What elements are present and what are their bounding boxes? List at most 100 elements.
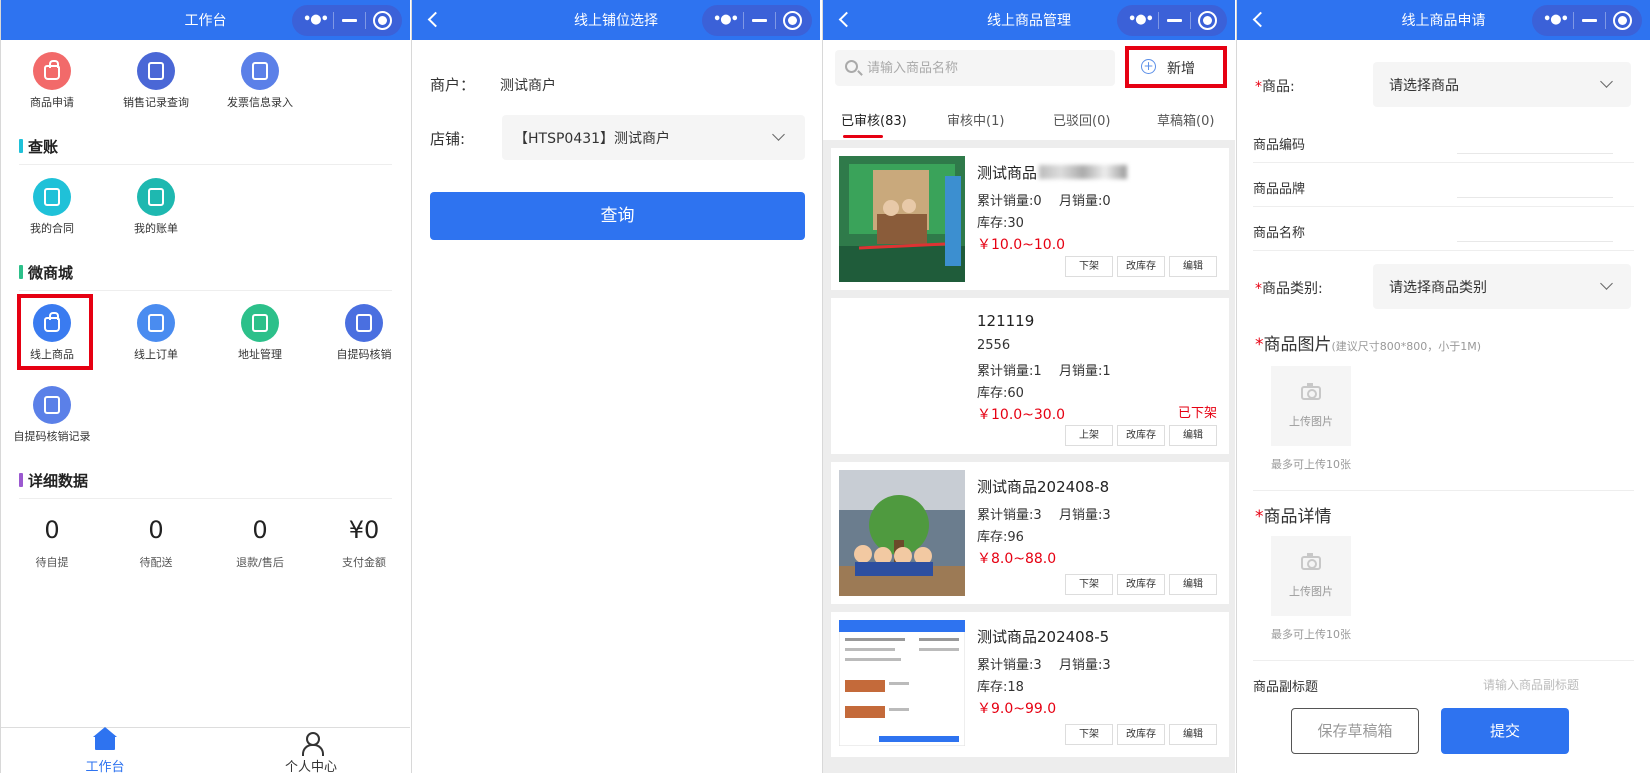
close-capsule-icon[interactable] (783, 11, 802, 30)
name-field[interactable] (1457, 216, 1613, 242)
monthly-sales: 月销量:0 (1059, 194, 1111, 209)
product-card[interactable]: 测试商品 累计销量:0 月销量:0 库存:30 ￥10.0~10.0 下架 改库… (831, 148, 1229, 290)
miniprogram-capsule[interactable]: •●• (1117, 5, 1227, 36)
miniprogram-capsule[interactable]: •●• (702, 5, 812, 36)
edit-button[interactable]: 编辑 (1169, 724, 1217, 745)
product-card[interactable]: 测试商品202408-8 累计销量:3 月销量:3 库存:96 ￥8.0~88.… (831, 462, 1229, 604)
search-input[interactable] (835, 50, 1115, 86)
goods-apply-panel: 线上商品申请 •●• *商品: 请选择商品 商品编码 商品品牌 商品名称 *商品… (1236, 0, 1650, 773)
pickup-code-verify-item[interactable]: 自提码核销 (319, 304, 409, 362)
my-bill-item[interactable]: 我的账单 (111, 178, 201, 236)
miniprogram-capsule[interactable]: •●• (292, 5, 402, 36)
bottom-tabbar: 工作台 个人中心 (1, 727, 410, 773)
submit-button[interactable]: 提交 (1441, 708, 1569, 754)
edit-button[interactable]: 编辑 (1169, 574, 1217, 595)
delist-button[interactable]: 下架 (1065, 724, 1113, 745)
code-field[interactable] (1457, 128, 1613, 154)
product-name: 测试商品 (977, 162, 1128, 183)
bag-icon (33, 52, 71, 90)
merchant-label: 商户： (430, 76, 476, 94)
goods-apply-item[interactable]: 商品申请 (7, 52, 97, 110)
edit-stock-button[interactable]: 改库存 (1117, 256, 1165, 277)
stock: 库存:30 (977, 216, 1024, 231)
total-sales: 累计销量:0 (977, 194, 1042, 209)
user-icon (302, 732, 324, 756)
address-management-item[interactable]: 地址管理 (215, 304, 305, 362)
active-tab-indicator (843, 135, 883, 138)
product-name: 测试商品202408-5 (977, 628, 1110, 646)
pickup-record-icon (33, 386, 71, 424)
minimize-icon[interactable] (342, 19, 357, 22)
invoice-icon (241, 52, 279, 90)
tab-personal-center[interactable]: 个人中心 (251, 730, 371, 773)
merchant-value: 测试商户 (500, 78, 556, 94)
miniprogram-capsule[interactable]: •●• (1532, 5, 1642, 36)
name-label: 商品名称 (1253, 226, 1306, 241)
tab-rejected[interactable]: 已驳回(0) (1053, 110, 1110, 129)
subtitle-label: 商品副标题 (1253, 680, 1319, 695)
subtitle-placeholder[interactable]: 请输入商品副标题 (1483, 676, 1579, 693)
edit-button[interactable]: 编辑 (1169, 256, 1217, 277)
more-icon[interactable]: •●• (713, 13, 739, 27)
category-select-placeholder: 请选择商品类别 (1389, 280, 1487, 296)
edit-stock-button[interactable]: 改库存 (1117, 574, 1165, 595)
more-icon[interactable]: •●• (1543, 13, 1569, 27)
camera-icon (1301, 553, 1321, 570)
upload-limit-text: 最多可上传10张 (1271, 458, 1351, 471)
pickup-code-record-item[interactable]: 自提码核销记录 (7, 386, 97, 444)
save-draft-button[interactable]: 保存草稿箱 (1291, 708, 1419, 754)
online-order-item[interactable]: 线上订单 (111, 304, 201, 362)
delist-button[interactable]: 下架 (1065, 574, 1113, 595)
price: ￥8.0~88.0 (977, 551, 1057, 567)
edit-stock-button[interactable]: 改库存 (1117, 724, 1165, 745)
add-button[interactable]: + 新增 (1125, 46, 1227, 88)
product-card[interactable]: 121119 2556 累计销量:1 月销量:1 库存:60 ￥10.0~30.… (831, 298, 1229, 454)
product-card[interactable]: 测试商品202408-5 累计销量:3 月销量:3 库存:18 ￥9.0~99.… (831, 612, 1229, 757)
detail-upload-box[interactable]: 上传图片 (1271, 536, 1351, 616)
total-sales: 累计销量:3 (977, 508, 1042, 523)
edit-stock-button[interactable]: 改库存 (1117, 425, 1165, 446)
chevron-down-icon (772, 128, 785, 141)
product-select-placeholder: 请选择商品 (1389, 78, 1459, 94)
product-name: 121119 (977, 312, 1035, 330)
close-capsule-icon[interactable] (373, 11, 392, 30)
online-goods-item[interactable]: 线上商品 (7, 304, 97, 362)
brand-field[interactable] (1457, 172, 1613, 198)
edit-button[interactable]: 编辑 (1169, 425, 1217, 446)
query-button[interactable]: 查询 (430, 192, 805, 240)
tab-workbench[interactable]: 工作台 (45, 727, 165, 773)
category-select[interactable]: 请选择商品类别 (1373, 264, 1631, 309)
stat-refund-aftersale[interactable]: 0 退款/售后 (215, 516, 305, 570)
delist-button[interactable]: 下架 (1065, 256, 1113, 277)
stat-pending-pickup[interactable]: 0 待自提 (7, 516, 97, 570)
minimize-icon[interactable] (752, 19, 767, 22)
total-sales: 累计销量:1 (977, 364, 1042, 379)
image-upload-box[interactable]: 上传图片 (1271, 366, 1351, 446)
stat-pending-delivery[interactable]: 0 待配送 (111, 516, 201, 570)
tab-approved[interactable]: 已审核(83) (841, 110, 907, 129)
total-sales: 累计销量:3 (977, 658, 1042, 673)
product-select[interactable]: 请选择商品 (1373, 62, 1631, 107)
tab-drafts[interactable]: 草稿箱(0) (1157, 110, 1214, 129)
section-mall: 微商城 (19, 262, 73, 283)
add-circle-icon: + (1141, 59, 1156, 74)
stock: 库存:96 (977, 530, 1024, 545)
product-code: 2556 (977, 338, 1011, 353)
more-icon[interactable]: •●• (1128, 13, 1154, 27)
close-capsule-icon[interactable] (1613, 11, 1632, 30)
more-icon[interactable]: •●• (303, 13, 329, 27)
stat-payment-amount[interactable]: ¥0 支付金额 (319, 516, 409, 570)
close-capsule-icon[interactable] (1198, 11, 1217, 30)
workbench-panel: 工作台 •●• 商品申请 销售记录查询 发票信息录入 查账 我的合同 我的账单 … (0, 0, 410, 773)
minimize-icon[interactable] (1582, 19, 1597, 22)
detail-label: *商品详情 (1255, 507, 1332, 527)
shop-select[interactable]: 【HTSP0431】测试商户 (502, 115, 805, 160)
my-contract-item[interactable]: 我的合同 (7, 178, 97, 236)
minimize-icon[interactable] (1167, 19, 1182, 22)
tab-reviewing[interactable]: 审核中(1) (947, 110, 1004, 129)
online-goods-panel: 线上商品管理 •●• + 新增 已审核(83) 审核中(1) 已驳回(0) 草稿… (822, 0, 1235, 773)
sales-record-query-item[interactable]: 销售记录查询 (111, 52, 201, 110)
invoice-entry-item[interactable]: 发票信息录入 (215, 52, 305, 110)
product-field-label: *商品: (1255, 79, 1295, 95)
list-button[interactable]: 上架 (1065, 425, 1113, 446)
